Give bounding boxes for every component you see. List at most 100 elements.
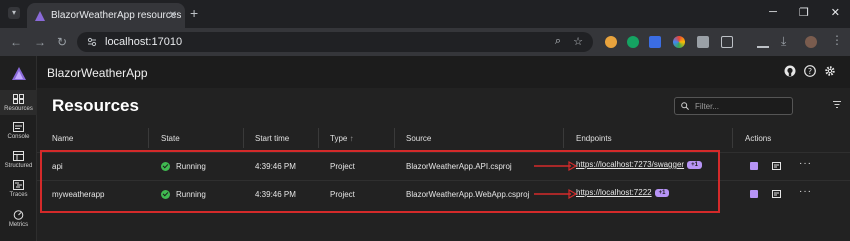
settings-gear-icon[interactable] <box>824 65 836 77</box>
minimize-icon[interactable]: ─ <box>769 6 777 19</box>
more-actions-icon[interactable]: ··· <box>799 158 812 169</box>
zoom-icon[interactable]: ⌕ <box>555 35 561 48</box>
forward-icon[interactable]: → <box>34 35 46 49</box>
close-window-icon[interactable]: ✕ <box>831 6 840 19</box>
stop-button[interactable] <box>750 162 758 170</box>
endpoint-more-badge[interactable]: +1 <box>687 161 702 169</box>
column-divider[interactable] <box>243 128 244 148</box>
console-icon <box>13 122 24 132</box>
search-icon <box>681 102 689 110</box>
profile-avatar[interactable] <box>805 36 817 48</box>
resource-name: api <box>52 162 63 171</box>
stop-button[interactable] <box>750 190 758 198</box>
endpoint-more-badge[interactable]: +1 <box>654 189 670 197</box>
col-endpoints[interactable]: Endpoints <box>576 134 612 143</box>
svg-text:?: ? <box>808 67 812 76</box>
col-start-time[interactable]: Start time <box>255 134 289 143</box>
nav-structured[interactable]: Structured <box>0 151 37 169</box>
color-picker-icon[interactable] <box>673 36 685 48</box>
column-divider[interactable] <box>732 128 733 148</box>
url-text: localhost:17010 <box>105 36 183 48</box>
nav-metrics[interactable]: Metrics <box>0 210 37 228</box>
reload-icon[interactable]: ↻ <box>57 35 67 49</box>
running-check-icon <box>161 162 170 171</box>
omnibox[interactable]: localhost:17010 ⌕ ☆ <box>77 32 593 52</box>
github-icon[interactable] <box>784 65 796 77</box>
table-header: Name State Start time Type ↑ Source Endp… <box>37 128 850 148</box>
screenshot-icon[interactable] <box>697 36 709 48</box>
nav-metrics-label: Metrics <box>8 222 29 228</box>
running-check-icon <box>161 190 170 199</box>
extension-icon[interactable] <box>605 36 617 48</box>
aspire-logo-icon <box>12 67 26 80</box>
help-icon[interactable]: ? <box>804 65 816 77</box>
browser-menu-icon[interactable]: ⋮ <box>831 33 843 47</box>
back-icon[interactable]: ← <box>10 35 22 49</box>
filter-placeholder: Filter... <box>695 101 720 111</box>
app-header: BlazorWeatherApp ? <box>37 56 850 88</box>
column-divider[interactable] <box>394 128 395 148</box>
nav-console-label: Console <box>7 134 30 140</box>
nav-resources-label: Resources <box>4 106 33 112</box>
extension-icon[interactable] <box>649 36 661 48</box>
reading-list-icon[interactable] <box>757 36 769 48</box>
extensions-icon[interactable] <box>721 36 733 48</box>
start-time: 4:39:46 PM <box>255 162 296 171</box>
site-info-icon[interactable] <box>87 37 97 47</box>
col-type-label: Type <box>330 134 348 143</box>
column-divider[interactable] <box>148 128 149 148</box>
metrics-icon <box>13 210 24 220</box>
resources-icon <box>13 94 24 104</box>
bookmark-star-icon[interactable]: ☆ <box>573 35 583 48</box>
browser-tab-bar: ▾ BlazorWeatherApp resources ✕ + ─ ❐ ✕ <box>0 0 850 28</box>
column-divider[interactable] <box>318 128 319 148</box>
window-controls: ─ ❐ ✕ <box>769 6 840 19</box>
filter-input[interactable]: Filter... <box>674 97 793 115</box>
console-logs-icon[interactable] <box>772 190 781 198</box>
app-title[interactable]: BlazorWeatherApp <box>47 66 148 80</box>
more-actions-icon[interactable]: ··· <box>799 186 812 197</box>
nav-traces[interactable]: Traces <box>0 180 37 198</box>
resource-type: Project <box>330 190 355 199</box>
col-actions[interactable]: Actions <box>745 134 771 143</box>
column-divider[interactable] <box>563 128 564 148</box>
resources-page: Resources Filter... Name State Start tim… <box>37 88 850 241</box>
tab-close-icon[interactable]: ✕ <box>169 10 177 21</box>
resource-source: BlazorWeatherApp.WebApp.csproj <box>406 190 530 199</box>
sort-ascending-icon: ↑ <box>349 134 354 143</box>
aspire-dashboard: Resources Console Structured Traces Metr… <box>0 56 850 241</box>
resource-source: BlazorWeatherApp.API.csproj <box>406 162 512 171</box>
resource-type: Project <box>330 162 355 171</box>
col-name[interactable]: Name <box>52 134 73 143</box>
grammarly-icon[interactable] <box>627 36 639 48</box>
download-icon[interactable]: ⤓ <box>781 34 786 49</box>
start-time: 4:39:46 PM <box>255 190 296 199</box>
table-row[interactable]: myweatherapp Running 4:39:46 PM Project … <box>37 180 850 206</box>
structured-icon <box>13 151 24 161</box>
table-row[interactable]: api Running 4:39:46 PM Project BlazorWea… <box>37 152 850 178</box>
endpoints-cell: https://localhost:7222 +1 <box>576 188 670 197</box>
page-title: Resources <box>52 96 139 115</box>
endpoints-cell: https://localhost:7273/swagger +1 <box>576 160 702 169</box>
browser-tab[interactable]: BlazorWeatherApp resources ✕ <box>27 3 185 28</box>
col-source[interactable]: Source <box>406 134 431 143</box>
endpoint-link[interactable]: https://localhost:7273/swagger <box>576 160 684 169</box>
nav-resources[interactable]: Resources <box>0 90 37 115</box>
header-actions: ? <box>784 65 836 77</box>
state-cell: Running <box>161 190 206 199</box>
filter-options-icon[interactable] <box>833 100 841 109</box>
resource-name: myweatherapp <box>52 190 105 199</box>
state-text: Running <box>176 162 206 171</box>
state-cell: Running <box>161 162 206 171</box>
tab-search-icon[interactable]: ▾ <box>8 7 20 19</box>
console-logs-icon[interactable] <box>772 162 781 170</box>
tab-title: BlazorWeatherApp resources <box>51 10 182 21</box>
aspire-favicon-icon <box>35 10 45 21</box>
nav-console[interactable]: Console <box>0 122 37 140</box>
col-type[interactable]: Type ↑ <box>330 134 354 143</box>
col-state[interactable]: State <box>161 134 180 143</box>
nav-structured-label: Structured <box>4 163 33 169</box>
new-tab-button[interactable]: + <box>190 5 198 21</box>
restore-icon[interactable]: ❐ <box>799 6 809 19</box>
endpoint-link[interactable]: https://localhost:7222 <box>576 188 652 197</box>
